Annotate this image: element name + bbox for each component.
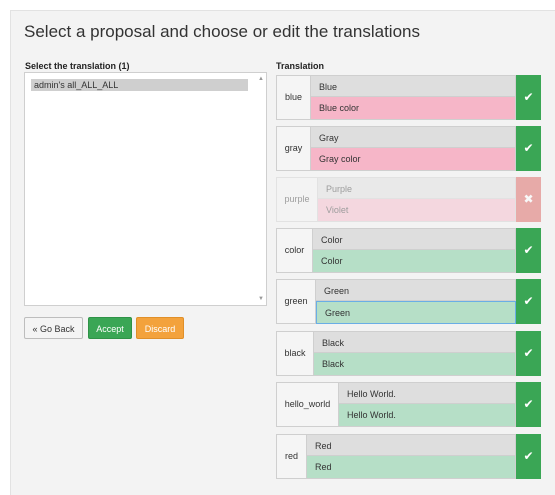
list-item[interactable]: admin's all_ALL_ALL: [31, 79, 248, 91]
translation-input[interactable]: Red: [307, 456, 516, 479]
check-icon[interactable]: ✔: [516, 126, 541, 171]
go-back-button[interactable]: « Go Back: [24, 317, 83, 339]
translation-input[interactable]: Blue color: [311, 97, 516, 120]
accept-button[interactable]: Accept: [88, 317, 132, 339]
translation-key: color: [276, 228, 313, 273]
translation-row-purple: purple Purple Violet ✖: [276, 177, 541, 222]
translation-input[interactable]: Violet: [318, 199, 516, 222]
scroll-down-icon[interactable]: ▼: [258, 296, 264, 302]
translation-input[interactable]: Black: [314, 353, 516, 376]
translation-key: red: [276, 434, 307, 479]
source-text: Purple: [318, 177, 516, 199]
source-text: Gray: [311, 126, 516, 148]
translation-input[interactable]: Color: [313, 250, 516, 273]
close-icon[interactable]: ✖: [516, 177, 541, 222]
source-text: Red: [307, 434, 516, 456]
source-text: Hello World.: [339, 382, 516, 404]
translation-key: purple: [276, 177, 318, 222]
check-icon[interactable]: ✔: [516, 228, 541, 273]
select-translation-label: Select the translation (1): [25, 61, 130, 71]
translation-input[interactable]: Hello World.: [339, 404, 516, 427]
translation-row-color: color Color Color ✔: [276, 228, 541, 273]
translation-label: Translation: [276, 61, 325, 71]
translation-select-list[interactable]: admin's all_ALL_ALL ▲ ▼: [24, 72, 267, 306]
scroll-up-icon[interactable]: ▲: [258, 76, 264, 82]
check-icon[interactable]: ✔: [516, 434, 541, 479]
source-text: Black: [314, 331, 516, 353]
check-icon[interactable]: ✔: [516, 382, 541, 427]
translation-row-blue: blue Blue Blue color ✔: [276, 75, 541, 120]
source-text: Color: [313, 228, 516, 250]
source-text: Blue: [311, 75, 516, 97]
translation-key: green: [276, 279, 316, 324]
check-icon[interactable]: ✔: [516, 331, 541, 376]
translation-row-gray: gray Gray Gray color ✔: [276, 126, 541, 171]
translation-row-hello-world: hello_world Hello World. Hello World. ✔: [276, 382, 541, 427]
discard-button[interactable]: Discard: [136, 317, 184, 339]
translation-row-green: green Green Green ✔: [276, 279, 541, 324]
translation-input[interactable]: Gray color: [311, 148, 516, 171]
translation-key: hello_world: [276, 382, 339, 427]
translation-row-black: black Black Black ✔: [276, 331, 541, 376]
check-icon[interactable]: ✔: [516, 75, 541, 120]
translation-key: black: [276, 331, 314, 376]
translation-input[interactable]: Green: [316, 301, 516, 324]
page-title: Select a proposal and choose or edit the…: [24, 22, 420, 41]
translation-row-red: red Red Red ✔: [276, 434, 541, 479]
check-icon[interactable]: ✔: [516, 279, 541, 324]
translation-key: gray: [276, 126, 311, 171]
source-text: Green: [316, 279, 516, 301]
translation-key: blue: [276, 75, 311, 120]
